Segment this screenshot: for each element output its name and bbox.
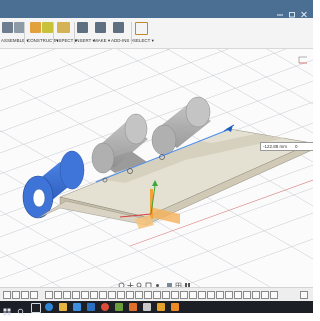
timeline-feature-icon[interactable] — [72, 291, 80, 299]
toolbar-group-insert[interactable]: INSERT ▾ — [75, 20, 95, 46]
timeline-feature-icon[interactable] — [99, 291, 107, 299]
toolbar-separator — [131, 22, 132, 44]
viewports-icon[interactable] — [184, 276, 191, 288]
timeline-feature-icon[interactable] — [162, 291, 170, 299]
grid-icon[interactable] — [175, 276, 182, 289]
timeline-feature-icon[interactable] — [171, 291, 179, 299]
pan-icon[interactable] — [127, 276, 134, 289]
close-icon[interactable] — [300, 5, 308, 18]
timeline-feature-icon[interactable] — [225, 291, 233, 299]
timeline-back-icon[interactable] — [12, 291, 20, 299]
app-icon[interactable] — [157, 303, 165, 311]
timeline-feature-icon[interactable] — [54, 291, 62, 299]
display-style-icon[interactable] — [166, 276, 173, 288]
ghost-roll-1[interactable] — [91, 113, 148, 174]
select-icon[interactable] — [135, 22, 148, 35]
timeline-feature-icon[interactable] — [198, 291, 206, 299]
timeline-feature-icon[interactable] — [117, 291, 125, 299]
scripts-icon[interactable] — [113, 22, 124, 33]
start-icon[interactable] — [3, 303, 11, 316]
measure-icon[interactable] — [57, 22, 70, 33]
model-canvas[interactable] — [0, 49, 313, 287]
orbit-icon[interactable] — [118, 276, 125, 289]
ribbon-toolbar: ASSEMBLE ▾ CONSTRUCT ▾ INSPECT ▾ INSERT … — [0, 18, 313, 49]
timeline-feature-icon[interactable] — [45, 291, 53, 299]
timeline-feature-icon[interactable] — [108, 291, 116, 299]
maximize-icon[interactable] — [288, 5, 296, 18]
dimension-input[interactable]: -122.88 mm 0 — [260, 142, 313, 151]
fusion-icon[interactable] — [171, 303, 179, 311]
axis-icon[interactable] — [42, 22, 53, 33]
timeline-feature-icon[interactable] — [180, 291, 188, 299]
model-viewport[interactable]: -122.88 mm 0 — [0, 49, 313, 287]
insert-menu-label[interactable]: INSERT ▾ — [75, 38, 95, 44]
timeline-feature-icon[interactable] — [189, 291, 197, 299]
timeline-play-icon[interactable] — [21, 291, 29, 299]
insert-image-icon[interactable] — [77, 22, 88, 33]
search-icon[interactable] — [17, 303, 25, 316]
look-at-icon[interactable] — [154, 276, 161, 287]
3d-print-icon[interactable] — [95, 22, 106, 33]
windows-taskbar — [0, 301, 313, 316]
toolbar-group-construct[interactable]: CONSTRUCT ▾ — [27, 20, 58, 46]
store-icon[interactable] — [73, 303, 81, 311]
timeline-feature-icon[interactable] — [153, 291, 161, 299]
app-icon[interactable] — [129, 303, 137, 311]
toolbar-group-select[interactable]: SELECT ▾ — [133, 20, 154, 46]
zoom-icon[interactable] — [136, 276, 143, 289]
title-bar — [0, 0, 313, 18]
timeline-feature-icon[interactable] — [63, 291, 71, 299]
select-menu-label[interactable]: SELECT ▾ — [133, 38, 154, 44]
timeline-feature-icon[interactable] — [234, 291, 242, 299]
new-component-icon[interactable] — [2, 22, 13, 33]
distance-value[interactable]: -122.88 mm — [263, 143, 287, 150]
timeline-feature-icon[interactable] — [81, 291, 89, 299]
addins-menu-label[interactable]: ADD-INS ▾ — [111, 38, 133, 44]
explorer-icon[interactable] — [59, 303, 67, 311]
app-icon[interactable] — [143, 303, 151, 311]
viewcube[interactable] — [297, 52, 309, 70]
edge-icon[interactable] — [45, 303, 53, 311]
timeline-feature-icon[interactable] — [126, 291, 134, 299]
timeline-feature-icon[interactable] — [207, 291, 215, 299]
angle-value[interactable]: 0 — [295, 143, 298, 150]
timeline-feature-icon[interactable] — [252, 291, 260, 299]
timeline-feature-icon[interactable] — [270, 291, 278, 299]
chrome-icon[interactable] — [101, 303, 109, 311]
toolbar-group-addins[interactable]: ADD-INS ▾ — [111, 20, 133, 46]
timeline-settings-icon[interactable] — [300, 291, 308, 299]
toolbar-group-inspect[interactable]: INSPECT ▾ — [54, 20, 77, 46]
make-menu-label[interactable]: MAKE ▾ — [94, 38, 110, 44]
timeline-feature-icon[interactable] — [135, 291, 143, 299]
timeline-start-icon[interactable] — [3, 291, 11, 299]
timeline-feature-icon[interactable] — [216, 291, 224, 299]
toolbar-group-make[interactable]: MAKE ▾ — [94, 20, 110, 46]
timeline-feature-icon[interactable] — [90, 291, 98, 299]
offset-plane-icon[interactable] — [30, 22, 41, 33]
timeline-feature-icon[interactable] — [144, 291, 152, 299]
app-icon[interactable] — [115, 303, 123, 311]
mail-icon[interactable] — [87, 303, 95, 311]
minimize-icon[interactable] — [276, 5, 284, 16]
task-view-icon[interactable] — [31, 303, 41, 313]
timeline-feature-icon[interactable] — [243, 291, 251, 299]
timeline-feature-icon[interactable] — [261, 291, 269, 299]
toolbar-separator — [24, 22, 25, 44]
timeline-forward-icon[interactable] — [30, 291, 38, 299]
fit-icon[interactable] — [145, 276, 152, 289]
toolbar-group-assemble[interactable]: ASSEMBLE ▾ — [1, 20, 29, 46]
timeline-bar — [0, 287, 313, 302]
